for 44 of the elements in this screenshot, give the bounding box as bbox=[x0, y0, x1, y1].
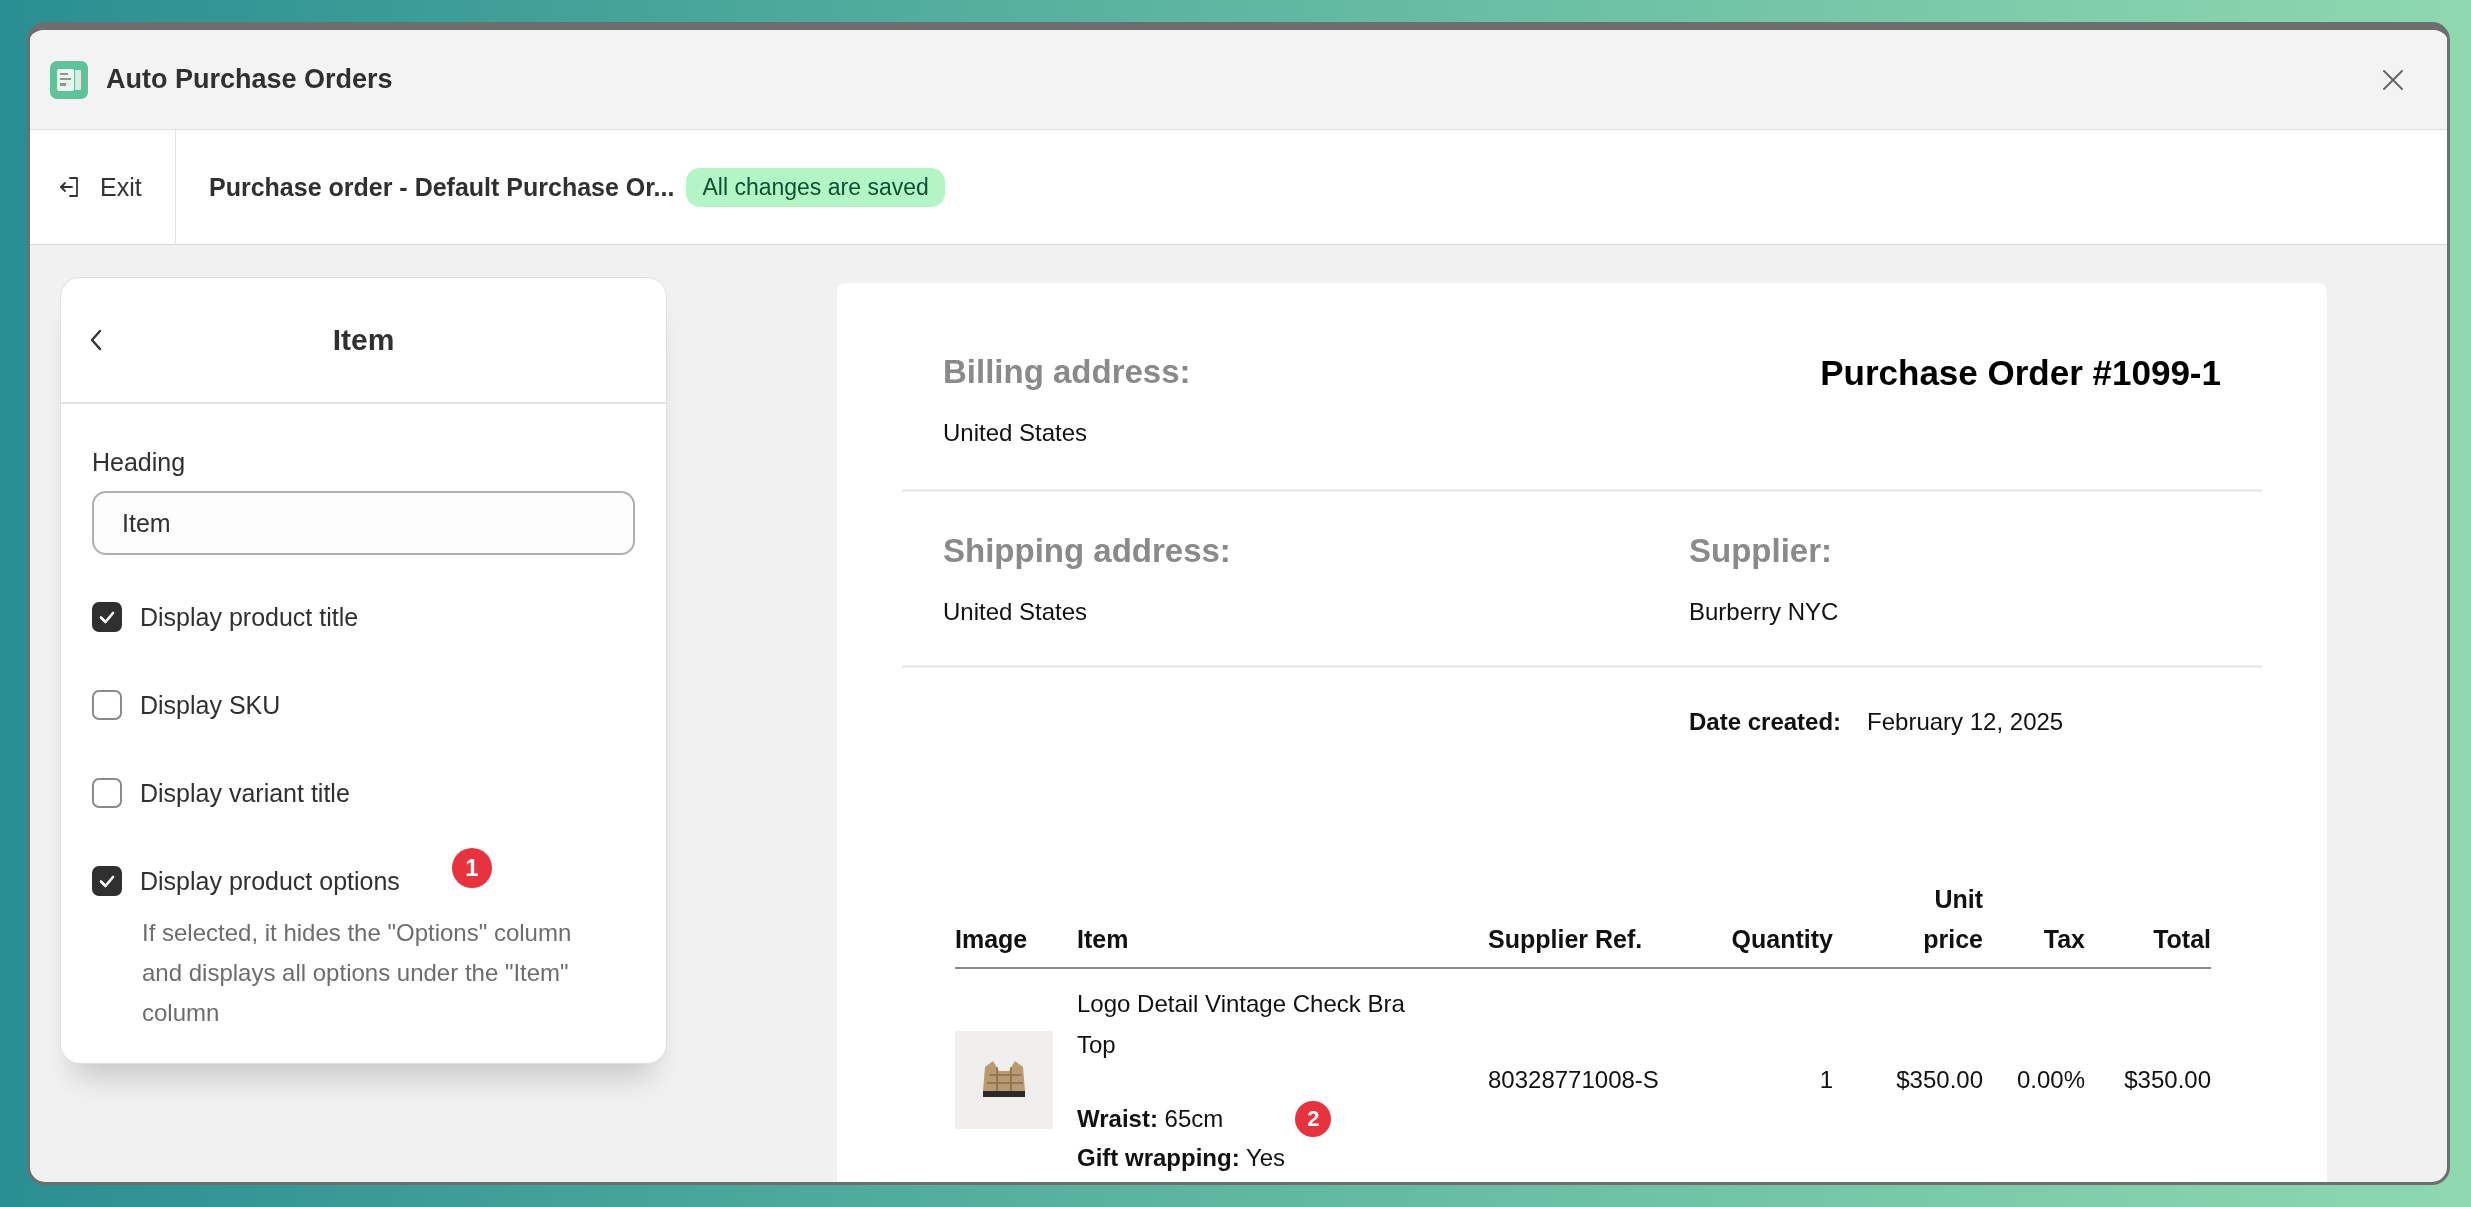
document-title: Purchase order - Default Purchase Or... bbox=[209, 172, 675, 202]
annotation-marker: 2 bbox=[1295, 1100, 1332, 1137]
column-header: Quantity bbox=[1731, 924, 1833, 955]
section-heading: Shipping address: bbox=[943, 532, 1232, 570]
supplier-name: Burberry NYC bbox=[1689, 598, 1840, 626]
checkbox-label[interactable]: Display product options bbox=[140, 866, 400, 896]
section-heading: Supplier: bbox=[1689, 532, 1833, 570]
app-icon bbox=[50, 60, 88, 99]
product-title: Logo Detail Vintage Check Bra Top bbox=[1077, 989, 1406, 1060]
table-cell: $350.00 bbox=[2124, 1066, 2211, 1094]
table-cell: 80328771008-S bbox=[1488, 1066, 1659, 1094]
column-header: Image bbox=[955, 924, 1028, 955]
column-header: Tax bbox=[2043, 924, 2085, 955]
field-label: Heading bbox=[92, 448, 187, 477]
product-option: Wraist: 65cm bbox=[1077, 1099, 1224, 1138]
date-value: February 12, 2025 bbox=[1867, 708, 2064, 736]
product-option: Gift wrapping: Yes bbox=[1077, 1138, 1286, 1177]
back-icon[interactable] bbox=[89, 329, 103, 351]
document-heading: Purchase Order #1099-1 bbox=[1820, 353, 2221, 394]
checkbox[interactable] bbox=[92, 778, 122, 808]
heading-input-field[interactable]: Item bbox=[92, 491, 635, 555]
window-title: Auto Purchase Orders bbox=[106, 64, 393, 95]
checkbox-label[interactable]: Display SKU bbox=[140, 690, 281, 720]
checkbox-label[interactable]: Display product title bbox=[140, 602, 359, 632]
checkbox[interactable] bbox=[92, 866, 122, 896]
section-heading: Billing address: bbox=[943, 353, 1192, 391]
table-cell: $350.00 bbox=[1896, 1066, 1983, 1094]
annotation-marker: 1 bbox=[451, 848, 492, 888]
checkbox-label[interactable]: Display variant title bbox=[140, 778, 350, 808]
help-text: If selected, it hides the "Options" column and displays all options under the "Item" column bbox=[142, 918, 573, 1028]
saved-status-badge: All changes are saved bbox=[686, 167, 945, 207]
column-header: Supplier Ref. bbox=[1488, 924, 1643, 955]
column-header: Unit price bbox=[1923, 884, 1983, 955]
column-header: Total bbox=[2153, 924, 2211, 955]
column-header: Item bbox=[1077, 924, 1129, 955]
checkbox[interactable] bbox=[92, 690, 122, 720]
close-icon[interactable] bbox=[2381, 67, 2405, 92]
table-cell: 0.00% bbox=[2016, 1066, 2085, 1094]
panel-title: Item bbox=[332, 323, 395, 357]
date-label: Date created: bbox=[1689, 708, 1842, 736]
address-text: United States bbox=[943, 419, 1089, 447]
table-cell: 1 bbox=[1819, 1066, 1833, 1094]
checkbox[interactable] bbox=[92, 602, 122, 632]
address-text: United States bbox=[943, 598, 1089, 626]
